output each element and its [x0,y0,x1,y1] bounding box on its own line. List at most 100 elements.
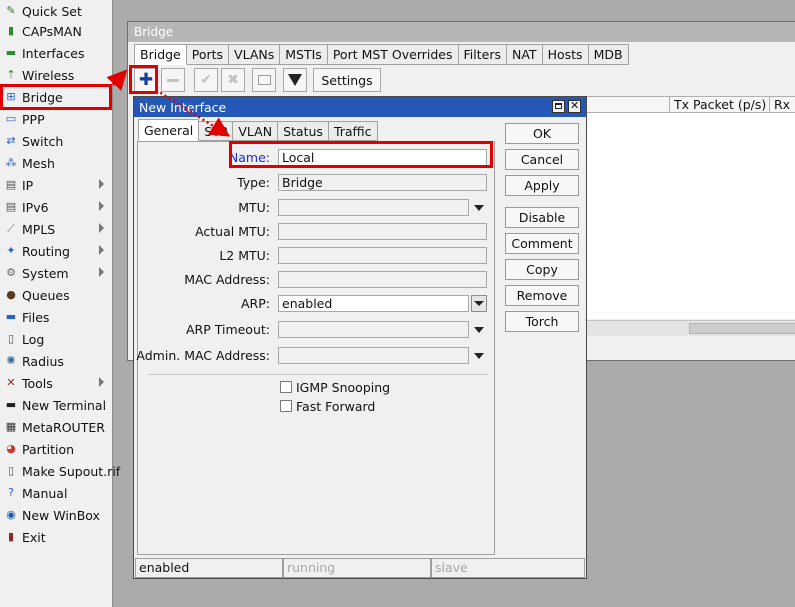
admin-mac-input[interactable] [278,347,469,364]
dialog-tab-vlan[interactable]: VLAN [233,121,279,141]
sidebar-item-metarouter[interactable]: ▦ MetaROUTER [0,416,112,438]
capsman-icon: ▮ [7,24,15,37]
sidebar-item-ppp[interactable]: ▭ PPP [0,108,112,130]
arp-timeout-input[interactable] [278,321,469,338]
new-interface-dialog: New Interface ✕ General STP VLAN Status Traf… [133,96,587,579]
dialog-tab-stp[interactable]: STP [199,121,234,141]
tab-nat[interactable]: NAT [507,44,543,65]
ok-button[interactable]: OK [505,123,579,144]
mac-address-label: MAC Address: [184,272,270,287]
filter-button[interactable] [283,68,307,92]
tab-vlans[interactable]: VLANs [229,44,281,65]
sidebar-item-files[interactable]: ▬ Files [0,306,112,328]
comment-button[interactable] [252,68,276,92]
sidebar-item-partition[interactable]: ◕ Partition [0,438,112,460]
arp-timeout-dropdown-icon[interactable] [474,327,484,333]
dialog-tab-status[interactable]: Status [278,121,329,141]
status-enabled: enabled [135,558,283,578]
maximize-button[interactable] [552,100,565,113]
switch-icon: ⇄ [6,134,16,147]
close-button[interactable]: ✕ [568,99,581,113]
dialog-title[interactable]: New Interface [134,97,586,117]
apply-button[interactable]: Apply [505,175,579,196]
sidebar-item-label: Bridge [22,89,63,105]
maximize-icon [555,103,562,109]
sidebar-item-switch[interactable]: ⇄ Switch [0,130,112,152]
general-form: Name: Local Type: Bridge MTU: Actual MTU… [136,141,495,555]
remove-button[interactable]: Remove [505,285,579,306]
name-input[interactable]: Local [278,149,487,166]
admin-mac-label: Admin. MAC Address: [136,348,270,363]
supout-icon: ▯ [7,464,15,477]
fast-forward-checkbox[interactable] [280,400,292,412]
bridge-table-header: Tx Packet (p/s) Rx P [584,96,795,113]
sidebar-item-queues[interactable]: ● Queues [0,284,112,306]
sidebar-item-wireless[interactable]: ⇡ Wireless [0,64,112,86]
enable-button[interactable]: ✔ [194,68,218,92]
sidebar-item-bridge[interactable]: ⊞ Bridge [0,86,112,108]
fast-forward-label: Fast Forward [296,398,376,414]
sidebar-item-ipv6[interactable]: ▤ IPv6 [0,196,112,218]
bridge-window-title[interactable]: Bridge [128,22,795,42]
tab-ports[interactable]: Ports [186,44,230,65]
sidebar-item-label: PPP [22,111,45,127]
bridge-table-scrollbar[interactable] [583,320,795,336]
column-rx-packet[interactable]: Rx P [769,97,795,113]
arp-dropdown-button[interactable] [471,295,487,312]
terminal-icon: ▬ [5,398,17,411]
fast-forward-row[interactable]: Fast Forward [280,398,375,414]
sidebar-item-label: Interfaces [22,45,85,61]
sidebar-item-routing[interactable]: ✦ Routing [0,240,112,262]
sidebar-item-mpls[interactable]: ⟋ MPLS [0,218,112,240]
tab-hosts[interactable]: Hosts [542,44,589,65]
remove-item-button[interactable] [161,68,185,92]
scrollbar-thumb[interactable] [689,323,795,334]
arp-select[interactable]: enabled [278,295,469,312]
sidebar-item-manual[interactable]: ? Manual [0,482,112,504]
sidebar-item-system[interactable]: ⚙ System [0,262,112,284]
sidebar-item-capsman[interactable]: ▮ CAPsMAN [0,20,112,42]
comment-interface-button[interactable]: Comment [505,233,579,254]
sidebar-item-make-supout-rif[interactable]: ▯ Make Supout.rif [0,460,120,482]
disable-button[interactable]: ✖ [221,68,245,92]
column-tx-packet[interactable]: Tx Packet (p/s) [669,97,769,113]
sidebar-item-label: IP [22,177,34,193]
dialog-status-bar: enabled running slave [135,558,585,578]
cancel-button[interactable]: Cancel [505,149,579,170]
tab-mdb[interactable]: MDB [588,44,629,65]
torch-button[interactable]: Torch [505,311,579,332]
arp-label: ARP: [241,296,270,311]
close-icon: ✕ [570,99,580,112]
mtu-dropdown-icon[interactable] [474,205,484,211]
sidebar-item-new-terminal[interactable]: ▬ New Terminal [0,394,112,416]
name-label: Name: [228,150,270,165]
exit-icon: ▮ [7,530,15,543]
sidebar-item-quick-set[interactable]: ✎ Quick Set [0,0,112,22]
tab-mstis[interactable]: MSTIs [280,44,328,65]
tools-icon: ✕ [6,376,16,389]
dialog-tab-general[interactable]: General [138,119,200,141]
add-button[interactable]: ✚ [134,68,158,92]
disable-interface-button[interactable]: Disable [505,207,579,228]
routing-icon: ✦ [6,244,16,257]
tab-bridge[interactable]: Bridge [134,44,187,65]
copy-button[interactable]: Copy [505,259,579,280]
mtu-input[interactable] [278,199,469,216]
tab-port-mst-overrides[interactable]: Port MST Overrides [327,44,459,65]
sidebar-item-radius[interactable]: ✺ Radius [0,350,112,372]
sidebar-item-new-winbox[interactable]: ◉ New WinBox [0,504,112,526]
igmp-snooping-checkbox[interactable] [280,381,292,393]
igmp-snooping-row[interactable]: IGMP Snooping [280,379,390,395]
settings-button[interactable]: Settings [313,68,381,92]
admin-mac-dropdown-icon[interactable] [474,353,484,359]
sidebar-item-log[interactable]: ▯ Log [0,328,112,350]
sidebar-item-interfaces[interactable]: ▬ Interfaces [0,42,112,64]
bridge-table-body[interactable] [583,113,795,319]
sidebar-item-exit[interactable]: ▮ Exit [0,526,112,548]
sidebar-item-mesh[interactable]: ⁂ Mesh [0,152,112,174]
sidebar-item-tools[interactable]: ✕ Tools [0,372,112,394]
dialog-tab-traffic[interactable]: Traffic [328,121,378,141]
sidebar-item-label: IPv6 [22,199,49,215]
sidebar-item-ip[interactable]: ▤ IP [0,174,112,196]
tab-filters[interactable]: Filters [458,44,507,65]
